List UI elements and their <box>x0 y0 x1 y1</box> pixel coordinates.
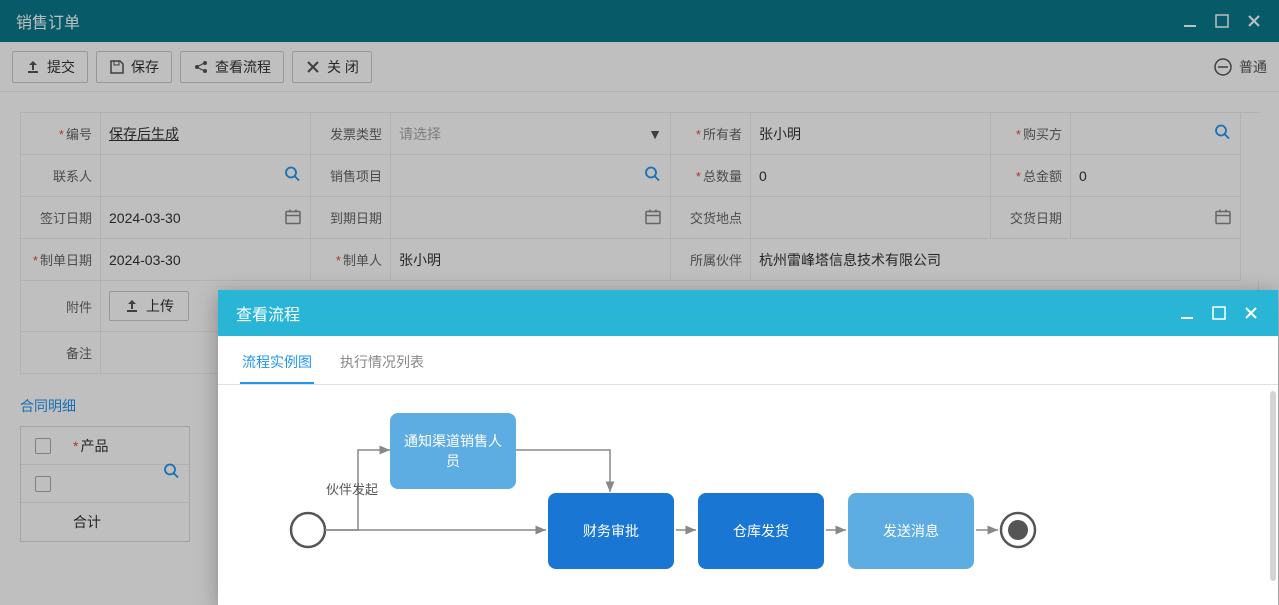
tab-history[interactable]: 执行情况列表 <box>338 342 426 384</box>
flow-tabs: 流程实例图 执行情况列表 <box>218 342 1278 385</box>
bpmn-node-warehouse-ship[interactable]: 仓库发货 <box>698 493 824 569</box>
dialog-maximize-button[interactable] <box>1210 304 1228 322</box>
bpmn-node-notify-sales[interactable]: 通知渠道销售人员 <box>390 413 516 489</box>
bpmn-node-finance-approve[interactable]: 财务审批 <box>548 493 674 569</box>
flow-canvas[interactable]: 伙伴发起 通知渠道销售人员 财务审批 仓库发货 发送消息 <box>218 385 1278 605</box>
minimize-icon <box>1179 305 1195 321</box>
close-icon <box>1243 305 1259 321</box>
flow-dialog-title: 查看流程 <box>236 301 300 325</box>
flow-dialog-header: 查看流程 <box>218 290 1278 336</box>
flow-dialog: 查看流程 流程实例图 执行情况列表 <box>218 290 1278 605</box>
dialog-close-button[interactable] <box>1242 304 1260 322</box>
edge-label-partner-initiate: 伙伴发起 <box>326 479 378 498</box>
scrollbar[interactable] <box>1270 391 1276 581</box>
bpmn-node-send-message[interactable]: 发送消息 <box>848 493 974 569</box>
dialog-minimize-button[interactable] <box>1178 304 1196 322</box>
tab-diagram[interactable]: 流程实例图 <box>240 342 314 384</box>
maximize-icon <box>1211 305 1227 321</box>
